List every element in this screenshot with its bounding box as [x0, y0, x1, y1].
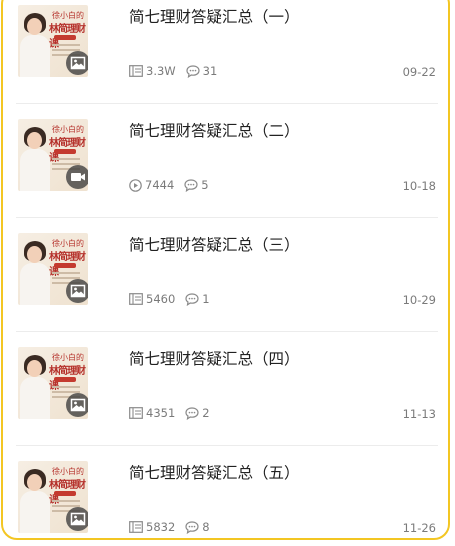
- portrait-face: [27, 246, 42, 263]
- portrait-body: [20, 149, 50, 191]
- comment-icon: [185, 406, 199, 420]
- thumbnail-tag: [54, 377, 76, 382]
- article-icon: [129, 293, 143, 305]
- course-thumbnail[interactable]: 徐小白的 林简理财课: [18, 461, 88, 533]
- stat-group: 3.3W: [129, 64, 176, 78]
- course-thumbnail[interactable]: 徐小白的 林简理财课: [18, 119, 88, 191]
- item-date: 09-22: [402, 65, 436, 79]
- image-badge-icon: [66, 393, 88, 417]
- portrait-face: [27, 474, 42, 491]
- article-icon: [129, 407, 143, 419]
- thumbnail-tag: [54, 149, 76, 154]
- stat-count: 4351: [146, 406, 176, 420]
- image-badge-icon: [66, 507, 88, 531]
- stat-group: 7444: [129, 178, 174, 192]
- image-badge-icon: [66, 51, 88, 75]
- comment-count: 5: [201, 178, 209, 192]
- stat-count: 3.3W: [146, 64, 176, 78]
- list-item[interactable]: 徐小白的 林简理财课 简七理财答疑汇总（四） 4351 2 11-13: [16, 332, 438, 446]
- comment-count: 2: [202, 406, 210, 420]
- comment-group[interactable]: 2: [185, 406, 210, 420]
- portrait-body: [20, 377, 50, 419]
- item-date: 11-26: [402, 521, 436, 535]
- item-title[interactable]: 简七理财答疑汇总（二）: [129, 119, 300, 141]
- course-thumbnail[interactable]: 徐小白的 林简理财课: [18, 5, 88, 77]
- list-item[interactable]: 徐小白的 林简理财课 简七理财答疑汇总（二） 7444 5 10-18: [16, 104, 438, 218]
- portrait-body: [20, 35, 50, 77]
- comment-group[interactable]: 8: [185, 520, 210, 534]
- item-meta: 4351 2: [129, 406, 220, 420]
- item-title[interactable]: 简七理财答疑汇总（一）: [129, 5, 300, 27]
- stat-group: 4351: [129, 406, 175, 420]
- stat-count: 7444: [145, 178, 175, 192]
- list-item[interactable]: 徐小白的 林简理财课 简七理财答疑汇总（五） 5832 8 11-26: [16, 446, 438, 538]
- image-badge-icon: [66, 279, 88, 303]
- item-title[interactable]: 简七理财答疑汇总（四）: [129, 347, 300, 369]
- portrait-face: [27, 132, 42, 149]
- course-list-panel: 徐小白的 林简理财课 简七理财答疑汇总（一） 3.3W 31 09-22: [1, 0, 450, 540]
- course-thumbnail[interactable]: 徐小白的 林简理财课: [18, 233, 88, 305]
- item-meta: 3.3W 31: [129, 64, 227, 78]
- article-icon: [129, 65, 143, 77]
- list-item[interactable]: 徐小白的 林简理财课 简七理财答疑汇总（三） 5460 1 10-29: [16, 218, 438, 332]
- comment-count: 31: [202, 64, 218, 78]
- portrait-body: [20, 263, 50, 305]
- comment-group[interactable]: 1: [185, 292, 210, 306]
- comment-icon: [184, 178, 198, 192]
- comment-icon: [186, 64, 200, 78]
- comment-count: 1: [202, 292, 210, 306]
- comment-group[interactable]: 31: [186, 64, 218, 78]
- portrait-body: [20, 491, 50, 533]
- comment-icon: [185, 292, 199, 306]
- item-date: 10-29: [402, 293, 436, 307]
- item-meta: 5460 1: [129, 292, 220, 306]
- comment-count: 8: [202, 520, 210, 534]
- stat-group: 5460: [129, 292, 175, 306]
- comment-group[interactable]: 5: [184, 178, 209, 192]
- item-meta: 5832 8: [129, 520, 220, 534]
- stat-count: 5832: [146, 520, 176, 534]
- portrait-face: [27, 18, 42, 35]
- item-title[interactable]: 简七理财答疑汇总（五）: [129, 461, 300, 483]
- thumbnail-tag: [54, 491, 76, 496]
- thumbnail-tag: [54, 35, 76, 40]
- item-date: 11-13: [402, 407, 436, 421]
- comment-icon: [185, 520, 199, 534]
- item-meta: 7444 5: [129, 178, 219, 192]
- list-item[interactable]: 徐小白的 林简理财课 简七理财答疑汇总（一） 3.3W 31 09-22: [16, 0, 438, 104]
- item-date: 10-18: [402, 179, 436, 193]
- thumbnail-tag: [54, 263, 76, 268]
- portrait-face: [27, 360, 42, 377]
- stat-count: 5460: [146, 292, 176, 306]
- article-icon: [129, 521, 143, 533]
- stat-group: 5832: [129, 520, 175, 534]
- play-icon: [129, 178, 142, 192]
- item-title[interactable]: 简七理财答疑汇总（三）: [129, 233, 300, 255]
- course-thumbnail[interactable]: 徐小白的 林简理财课: [18, 347, 88, 419]
- video-badge-icon: [66, 165, 88, 189]
